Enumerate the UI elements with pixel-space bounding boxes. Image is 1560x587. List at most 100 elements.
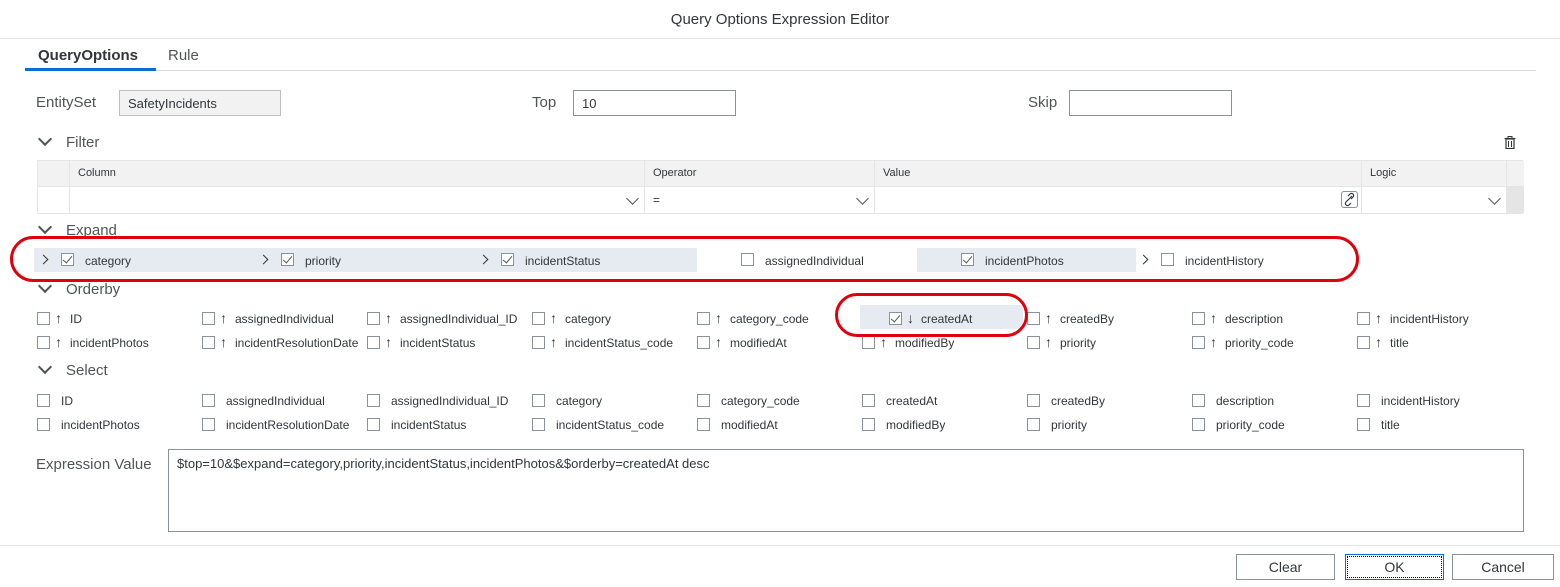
arrow-up-icon[interactable]: ↑ [385, 310, 392, 326]
table-header-select [38, 161, 70, 187]
arrow-up-icon[interactable]: ↑ [715, 334, 722, 350]
orderby-checkbox-category[interactable] [532, 312, 545, 325]
orderby-checkbox-id[interactable] [37, 312, 50, 325]
skip-input[interactable] [1069, 90, 1232, 116]
arrow-up-icon[interactable]: ↑ [1045, 310, 1052, 326]
link-icon[interactable] [1341, 191, 1358, 208]
arrow-up-icon[interactable]: ↑ [55, 334, 62, 350]
orderby-checkbox-modified-at[interactable] [697, 336, 710, 349]
orderby-checkbox-incident-status-code[interactable] [532, 336, 545, 349]
orderby-checkbox-title[interactable] [1357, 336, 1370, 349]
dialog-title: Query Options Expression Editor [670, 11, 890, 28]
arrow-up-icon[interactable]: ↑ [55, 310, 62, 326]
column-select[interactable] [70, 187, 645, 213]
select-checkbox-incident-photos[interactable] [37, 418, 50, 431]
orderby-checkbox-incident-history[interactable] [1357, 312, 1370, 325]
orderby-item-label: incidentStatus_code [565, 336, 674, 350]
select-item-label: category [556, 394, 603, 408]
filter-table: Column Operator Value Logic = [37, 160, 1524, 214]
orderby-checkbox-created-by[interactable] [1027, 312, 1040, 325]
value-input[interactable] [875, 187, 1362, 213]
orderby-item-label: ID [70, 312, 82, 326]
select-checkbox-title[interactable] [1357, 418, 1370, 431]
orderby-checkbox-assigned-individual[interactable] [202, 312, 215, 325]
arrow-up-icon[interactable]: ↑ [1045, 334, 1052, 350]
select-checkbox-modified-at[interactable] [697, 418, 710, 431]
select-item-label: title [1381, 418, 1400, 432]
table-row-selector[interactable] [38, 187, 70, 213]
highlight-annotation [835, 293, 1028, 337]
orderby-item-label: assignedIndividual_ID [400, 312, 518, 326]
logic-select[interactable] [1362, 187, 1507, 213]
orderby-checkbox-priority[interactable] [1027, 336, 1040, 349]
select-item-label: incidentHistory [1381, 394, 1460, 408]
select-checkbox-assigned-individual-id[interactable] [367, 394, 380, 407]
select-checkbox-incident-status-code[interactable] [532, 418, 545, 431]
select-section-header[interactable]: Select [37, 359, 108, 379]
orderby-section-header[interactable]: Orderby [37, 278, 120, 298]
arrow-up-icon[interactable]: ↑ [715, 310, 722, 326]
orderby-item-label: category_code [730, 312, 809, 326]
chevron-down-icon [626, 192, 639, 205]
arrow-up-icon[interactable]: ↑ [550, 334, 557, 350]
arrow-up-icon[interactable]: ↑ [220, 334, 227, 350]
orderby-checkbox-incident-resolution-date[interactable] [202, 336, 215, 349]
orderby-item-label: priority_code [1225, 336, 1294, 350]
orderby-item-label: assignedIndividual [235, 312, 334, 326]
orderby-checkbox-modified-by[interactable] [862, 336, 875, 349]
select-checkbox-category-code[interactable] [697, 394, 710, 407]
ok-button[interactable]: OK [1345, 554, 1444, 580]
select-checkbox-id[interactable] [37, 394, 50, 407]
select-checkbox-description[interactable] [1192, 394, 1205, 407]
select-checkbox-created-by[interactable] [1027, 394, 1040, 407]
orderby-checkbox-category-code[interactable] [697, 312, 710, 325]
arrow-up-icon[interactable]: ↑ [1210, 310, 1217, 326]
chevron-down-icon [37, 219, 53, 235]
table-header-logic: Logic [1362, 161, 1507, 187]
orderby-checkbox-priority-code[interactable] [1192, 336, 1205, 349]
orderby-checkbox-incident-photos[interactable] [37, 336, 50, 349]
expression-textarea[interactable]: $top=10&$expand=category,priority,incide… [168, 449, 1524, 532]
tab-rule[interactable]: Rule [168, 47, 199, 64]
operator-select[interactable]: = [645, 187, 875, 213]
arrow-up-icon[interactable]: ↑ [550, 310, 557, 326]
select-checkbox-incident-resolution-date[interactable] [202, 418, 215, 431]
select-item-label: priority [1051, 418, 1088, 432]
select-checkbox-assigned-individual[interactable] [202, 394, 215, 407]
arrow-up-icon[interactable]: ↑ [1375, 334, 1382, 350]
filter-section-header[interactable]: Filter [37, 131, 100, 151]
orderby-checkbox-incident-status[interactable] [367, 336, 380, 349]
clear-button[interactable]: Clear [1236, 554, 1335, 580]
select-item-label: incidentPhotos [61, 418, 140, 432]
dialog-header: Query Options Expression Editor [0, 0, 1560, 39]
arrow-up-icon[interactable]: ↑ [1210, 334, 1217, 350]
entityset-field[interactable]: SafetyIncidents [119, 90, 281, 116]
scrollbar[interactable] [1507, 187, 1524, 213]
select-checkbox-category[interactable] [532, 394, 545, 407]
top-input[interactable]: 10 [573, 90, 736, 116]
select-checkbox-modified-by[interactable] [862, 418, 875, 431]
arrow-up-icon[interactable]: ↑ [1375, 310, 1382, 326]
filter-title: Filter [66, 134, 100, 151]
select-checkbox-incident-history[interactable] [1357, 394, 1370, 407]
select-item-label: assignedIndividual [226, 394, 325, 408]
orderby-item-label: priority [1060, 336, 1097, 350]
select-checkbox-created-at[interactable] [862, 394, 875, 407]
select-item-label: modifiedAt [721, 418, 778, 432]
select-item-label: description [1216, 394, 1275, 408]
arrow-up-icon[interactable]: ↑ [220, 310, 227, 326]
orderby-checkbox-assigned-individual-id[interactable] [367, 312, 380, 325]
arrow-up-icon[interactable]: ↑ [385, 334, 392, 350]
select-checkbox-incident-status[interactable] [367, 418, 380, 431]
orderby-item-label: incidentResolutionDate [235, 336, 359, 350]
select-checkbox-priority-code[interactable] [1192, 418, 1205, 431]
delete-icon[interactable] [1504, 136, 1516, 149]
tab-queryoptions[interactable]: QueryOptions [38, 47, 138, 64]
skip-label: Skip [1028, 94, 1058, 111]
orderby-item-label: description [1225, 312, 1284, 326]
orderby-item-label: incidentPhotos [70, 336, 149, 350]
cancel-button[interactable]: Cancel [1452, 554, 1554, 580]
select-checkbox-priority[interactable] [1027, 418, 1040, 431]
orderby-checkbox-description[interactable] [1192, 312, 1205, 325]
select-item-label: createdAt [886, 394, 938, 408]
